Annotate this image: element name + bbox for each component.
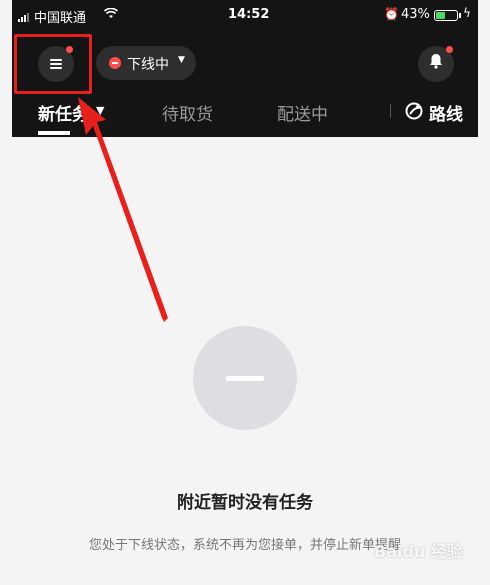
notification-dot bbox=[446, 46, 453, 53]
tab-delivering[interactable]: 配送中 bbox=[277, 100, 328, 125]
alarm-icon: ⏰ bbox=[384, 7, 399, 21]
empty-state-icon bbox=[193, 326, 297, 430]
annotation-highlight-box bbox=[14, 34, 92, 94]
empty-state-title: 附近暂时没有任务 bbox=[177, 493, 313, 513]
wifi-icon bbox=[103, 7, 119, 23]
route-button[interactable]: 路线 bbox=[429, 100, 463, 125]
carrier-name: 中国联通 bbox=[34, 11, 87, 26]
battery-cap bbox=[459, 13, 461, 18]
battery-level bbox=[436, 12, 445, 19]
online-status-label: 下线中 bbox=[127, 57, 169, 73]
battery-percent: 43% bbox=[401, 7, 430, 22]
status-bar: 中国联通 14:52 ⏰ 43% ϟ bbox=[12, 0, 478, 28]
tab-pending-pickup[interactable]: 待取货 bbox=[162, 100, 213, 125]
app-header: 中国联通 14:52 ⏰ 43% ϟ 下线中 ▼ 新任务 ▼ 待取货 配送中 路… bbox=[12, 0, 478, 137]
notification-button[interactable] bbox=[418, 46, 454, 82]
active-tab-indicator bbox=[38, 131, 70, 135]
empty-state-minus bbox=[226, 376, 264, 381]
filter-icon[interactable]: ▼ bbox=[96, 104, 104, 117]
route-icon[interactable] bbox=[404, 101, 424, 126]
signal-icon bbox=[18, 13, 31, 22]
status-time: 14:52 bbox=[228, 7, 270, 22]
online-status-dropdown[interactable]: 下线中 ▼ bbox=[96, 46, 196, 80]
caret-down-icon: ▼ bbox=[178, 55, 185, 65]
charging-bolt-icon: ϟ bbox=[463, 6, 471, 20]
tab-new-tasks[interactable]: 新任务 bbox=[38, 100, 89, 125]
battery-icon bbox=[434, 10, 458, 21]
offline-status-icon bbox=[109, 57, 121, 69]
watermark-text: Baidu 经验 bbox=[374, 542, 463, 561]
app-screen: 中国联通 14:52 ⏰ 43% ϟ 下线中 ▼ 新任务 ▼ 待取货 配送中 路… bbox=[12, 0, 478, 585]
tab-divider bbox=[390, 104, 391, 118]
bell-icon bbox=[418, 53, 454, 73]
